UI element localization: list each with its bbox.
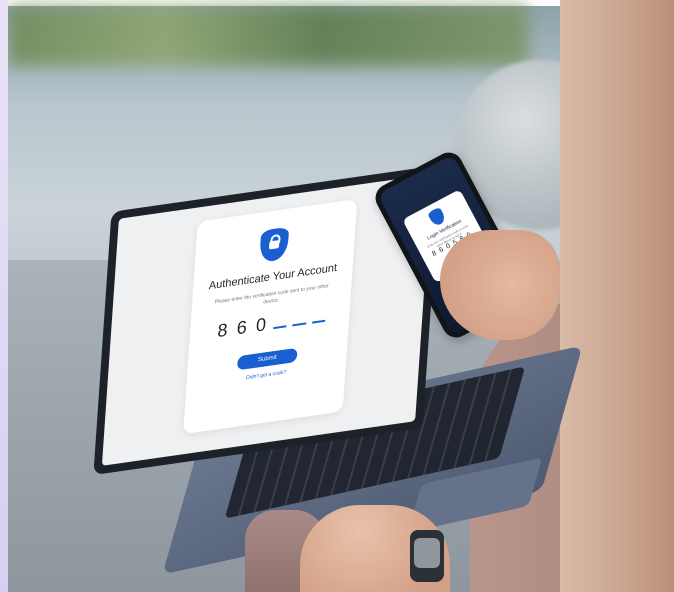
shield-lock-icon <box>259 226 290 263</box>
hand-holding-phone <box>440 230 560 340</box>
person-body <box>560 0 674 592</box>
code-placeholder-6[interactable] <box>311 319 326 324</box>
laptop-screen: Authenticate Your Account Please enter t… <box>101 174 433 466</box>
verification-code-input[interactable]: 8 6 0 <box>215 306 326 346</box>
code-digit-3: 0 <box>255 314 267 336</box>
photo-scene: Authenticate Your Account Please enter t… <box>0 0 674 592</box>
background-foliage <box>8 6 528 66</box>
left-border <box>0 0 8 592</box>
phone-shield-lock-icon <box>427 206 447 228</box>
code-placeholder-4[interactable] <box>273 325 287 330</box>
authentication-card: Authenticate Your Account Please enter t… <box>183 198 358 435</box>
code-digit-2: 6 <box>236 316 248 339</box>
code-digit-1: 8 <box>216 319 229 342</box>
lock-body <box>268 240 280 250</box>
submit-button[interactable]: Submit <box>236 347 298 371</box>
wristwatch <box>410 530 444 582</box>
code-placeholder-5[interactable] <box>292 322 306 327</box>
watch-face <box>414 538 440 568</box>
